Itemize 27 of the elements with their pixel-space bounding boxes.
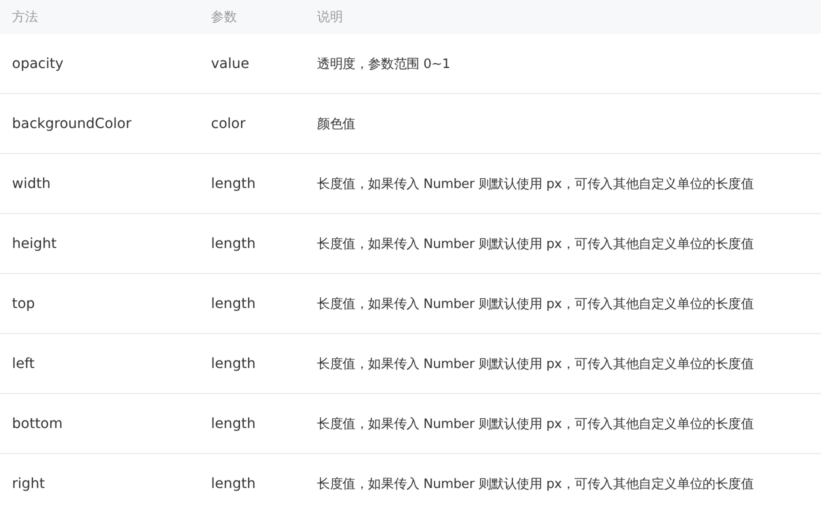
table-cell: top bbox=[12, 296, 35, 312]
table-cell: bottom bbox=[12, 416, 63, 432]
table-cell-text: 长度值，如果传入 Number 则默认使用 px，可传入其他自定义单位的长度值 bbox=[317, 356, 754, 372]
table-cell-text: 长度值，如果传入 Number 则默认使用 px，可传入其他自定义单位的长度值 bbox=[317, 236, 754, 252]
table-cell: length bbox=[211, 356, 256, 372]
column-header: 说明 bbox=[317, 9, 343, 26]
table-cell: length bbox=[211, 296, 256, 312]
table-cell-text: 长度值，如果传入 Number 则默认使用 px，可传入其他自定义单位的长度值 bbox=[317, 296, 754, 312]
table-cell: right bbox=[12, 476, 45, 492]
table-cell: length bbox=[211, 476, 256, 492]
table-cell-text: 透明度，参数范围 0~1 bbox=[317, 56, 450, 72]
table-cell: height bbox=[12, 236, 57, 252]
table-cell: backgroundColor bbox=[12, 116, 132, 132]
table-cell: length bbox=[211, 416, 256, 432]
table-cell: left bbox=[12, 356, 35, 372]
column-header: 方法 bbox=[12, 9, 38, 26]
column-header: 参数 bbox=[211, 9, 237, 26]
table-cell-text: 长度值，如果传入 Number 则默认使用 px，可传入其他自定义单位的长度值 bbox=[317, 176, 754, 192]
table-cell: color bbox=[211, 116, 246, 132]
table-cell: value bbox=[211, 56, 250, 72]
table-cell-text: 长度值，如果传入 Number 则默认使用 px，可传入其他自定义单位的长度值 bbox=[317, 476, 754, 493]
table-cell-text: 长度值，如果传入 Number 则默认使用 px，可传入其他自定义单位的长度值 bbox=[317, 416, 754, 432]
table-cell-text: 颜色值 bbox=[317, 116, 356, 132]
table-cell: length bbox=[211, 176, 256, 192]
table-cell: width bbox=[12, 176, 51, 192]
table-cell: length bbox=[211, 236, 256, 252]
table-cell: opacity bbox=[12, 56, 64, 72]
